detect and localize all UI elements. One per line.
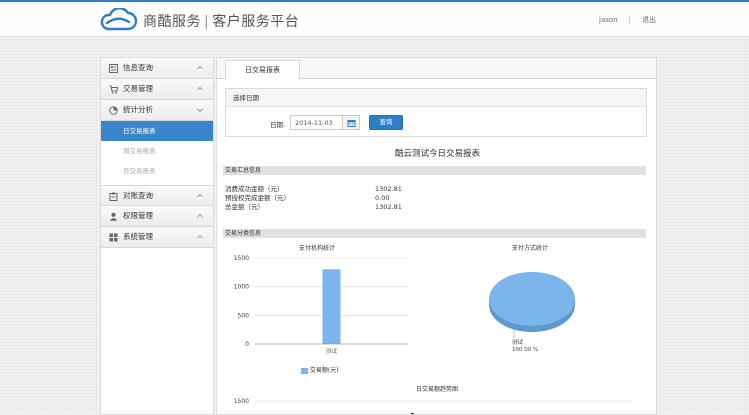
logout-link[interactable]: 退出 (642, 16, 656, 24)
date-panel-heading: 选择日期 (226, 89, 646, 107)
grid-icon (109, 233, 118, 242)
cart-icon (109, 85, 118, 94)
summary-value: 1302.81 (375, 203, 402, 211)
report-title: 酷云测试今日交易报表 (394, 149, 480, 159)
summary-list: 消费成功金额（元） 1302.81 预授权完成金额（元） 0.00 总金额（元）… (225, 185, 425, 212)
chevron-up-icon (197, 213, 203, 218)
sidebar-item-info-query[interactable]: 信息查询 (101, 58, 213, 79)
date-input[interactable] (290, 115, 343, 130)
date-select-panel: 选择日期 日期: 查询 (225, 88, 647, 137)
chevron-down-icon (197, 108, 203, 113)
date-row: 日期: 查询 (226, 115, 646, 131)
sidebar-subitem-weekly-report[interactable]: 周交易报表 (101, 141, 213, 161)
sidebar-item-label: 信息查询 (123, 63, 153, 72)
calendar-icon (347, 120, 356, 127)
bar-chart-legend: 交易额(元) (301, 365, 339, 374)
main-content: 日交易报表 选择日期 日期: 查询 酷云测试今日交易报表 交易汇总信息 消费成功… (216, 57, 657, 415)
y-tick-label: 500 (238, 312, 250, 319)
summary-label: 消费成功金额（元） (225, 185, 284, 193)
sidebar-nav: 信息查询 交易管理 统计分析 日交易报表 周交易报表 月交易报表 对账查询 权限… (100, 57, 214, 415)
category-section-header: 交易分类信息 (223, 229, 646, 238)
trend-chart-title: 日交易额趋势图 (415, 386, 458, 393)
chevron-up-icon (197, 193, 203, 198)
user-divider: | (628, 16, 631, 24)
summary-label: 总金额（元） (225, 203, 264, 211)
brand-name: 商酷服务 (143, 14, 201, 30)
y-tick-label: 1000 (234, 284, 249, 291)
top-header: 商酷服务 | 客户服务平台 jason | 退出 (0, 0, 749, 37)
summary-row: 消费成功金额（元） 1302.81 (225, 185, 425, 194)
pie-chart: 测试100.00 % (489, 272, 575, 353)
date-label: 日期: (270, 121, 286, 129)
platform-name: 客户服务平台 (212, 14, 300, 30)
sidebar-item-system[interactable]: 系统管理 (101, 227, 213, 248)
summary-section-header: 交易汇总信息 (223, 166, 646, 175)
tab-daily-report[interactable]: 日交易报表 (225, 60, 300, 80)
legend-swatch (301, 367, 308, 374)
sidebar-item-label: 统计分析 (123, 105, 153, 114)
info-icon (109, 64, 118, 73)
calendar-button[interactable] (343, 115, 360, 130)
pie-slice-percent: 100.00 % (512, 347, 538, 353)
user-icon (109, 212, 118, 221)
pie-slice (489, 272, 575, 326)
summary-value: 1302.81 (375, 185, 402, 193)
pie-slice-label: 测试 (512, 338, 524, 346)
y-tick-label: 1500 (234, 398, 249, 405)
chevron-up-icon (197, 65, 203, 70)
sidebar-item-label: 对账查询 (123, 191, 153, 200)
query-button[interactable]: 查询 (369, 115, 403, 130)
pie-chart-title: 支付方式统计 (511, 245, 548, 252)
username-link[interactable]: jason (599, 16, 618, 24)
sidebar-item-label: 交易管理 (123, 84, 153, 93)
tab-bar: 日交易报表 (217, 58, 656, 80)
pie-icon (109, 106, 118, 115)
sidebar-item-permission[interactable]: 权限管理 (101, 206, 213, 227)
user-links: jason | 退出 (599, 15, 656, 25)
sidebar-item-label: 权限管理 (123, 211, 153, 220)
y-tick-label: 1500 (234, 255, 249, 262)
sidebar-item-label: 系统管理 (123, 232, 153, 241)
legend-label: 交易额(元) (309, 367, 339, 374)
bar-chart: 0 500 1000 1500 测试 (234, 255, 408, 355)
summary-value: 0.00 (375, 194, 390, 202)
brand-separator: | (204, 14, 210, 30)
brand-title: 商酷服务 | 客户服务平台 (143, 11, 299, 31)
trend-chart: 1500 (234, 398, 633, 414)
summary-row: 总金额（元） 1302.81 (225, 203, 425, 212)
x-tick-label: 测试 (326, 347, 338, 355)
sidebar-item-trade-manage[interactable]: 交易管理 (101, 79, 213, 100)
clipboard-icon (109, 192, 118, 201)
sidebar-subitem-daily-report[interactable]: 日交易报表 (101, 121, 213, 141)
cloud-logo-icon (100, 8, 137, 31)
y-tick-label: 0 (245, 341, 249, 348)
summary-row: 预授权完成金额（元） 0.00 (225, 194, 425, 203)
sidebar-subitem-monthly-report[interactable]: 月交易报表 (101, 161, 213, 181)
sidebar-item-reconciliation[interactable]: 对账查询 (101, 185, 213, 206)
chevron-up-icon (197, 234, 203, 239)
bar (322, 269, 341, 344)
sidebar-item-statistics[interactable]: 统计分析 (101, 100, 213, 121)
summary-label: 预授权完成金额（元） (225, 194, 290, 202)
chevron-up-icon (197, 86, 203, 91)
